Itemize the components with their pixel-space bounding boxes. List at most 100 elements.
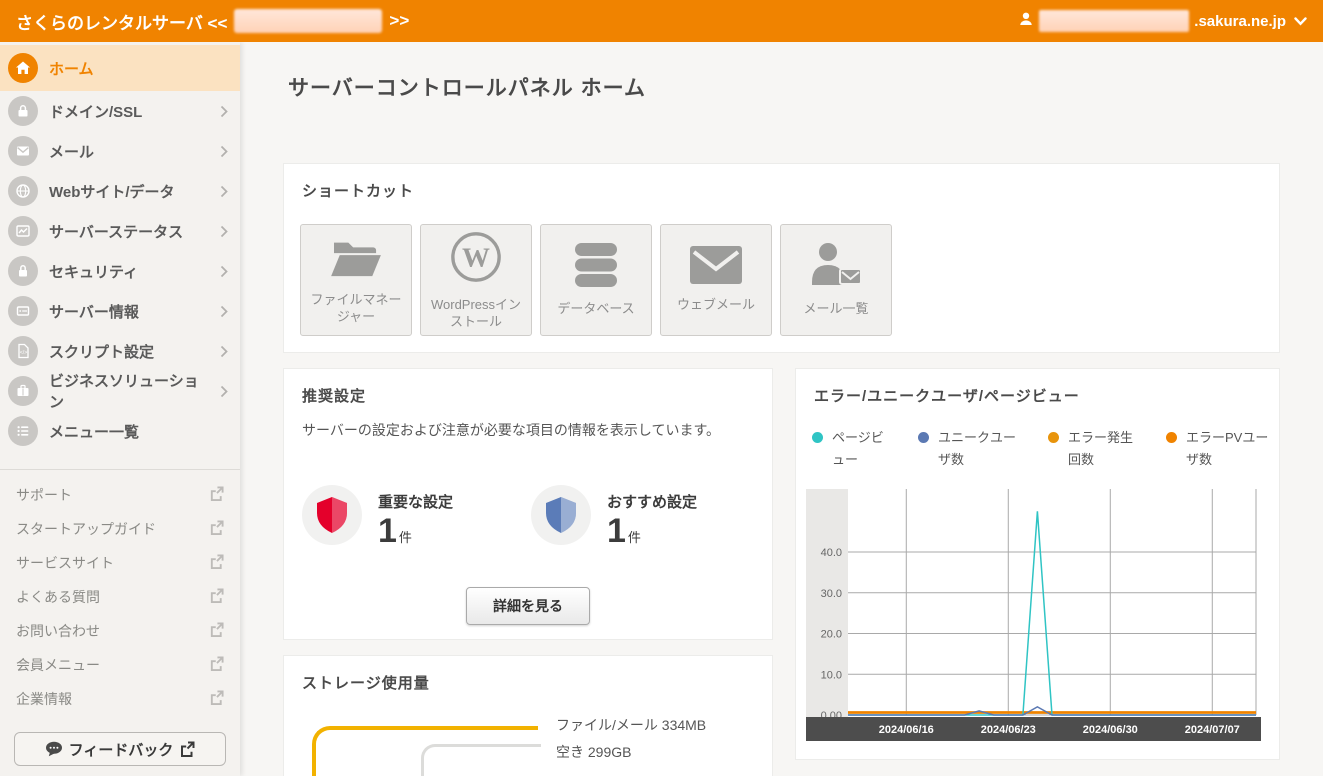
view-details-button[interactable]: 詳細を見る <box>466 587 590 625</box>
sidebar-link-contact[interactable]: お問い合わせ <box>0 614 240 648</box>
sidebar: ホーム ドメイン/SSL メール Webサイト/デー <box>0 42 240 776</box>
status-chart-icon <box>8 216 38 246</box>
sidebar-item-label: スクリプト設定 <box>49 341 209 362</box>
sidebar-item-business-solution[interactable]: ビジネスソリューション <box>0 371 240 411</box>
storage-usage-card: ストレージ使用量 ファイル/メール 334MB 空き 299GB <box>283 655 773 776</box>
sidebar-item-label: ホーム <box>49 58 228 79</box>
sidebar-link-company-info[interactable]: 企業情報 <box>0 682 240 716</box>
sidebar-item-label: ドメイン/SSL <box>49 101 209 122</box>
suggested-unit: 件 <box>628 530 641 545</box>
shortcut-label: ウェブメール <box>673 297 759 313</box>
folder-icon <box>329 235 383 284</box>
home-icon <box>8 53 38 83</box>
chevron-right-icon <box>220 385 228 398</box>
line-chart: 0.0010.020.030.040.02024/06/162024/06/23… <box>806 489 1261 741</box>
sidebar-item-label: Webサイト/データ <box>49 181 209 202</box>
sidebar-link-startup-guide[interactable]: スタートアップガイド <box>0 512 240 546</box>
speech-bubble-icon <box>45 741 63 757</box>
sidebar-link-member-menu[interactable]: 会員メニュー <box>0 648 240 682</box>
suggested-count: 1 <box>607 512 626 550</box>
sidebar-link-label: サービスサイト <box>16 553 114 573</box>
brand-prefix: さくらのレンタルサーバ << <box>16 9 227 34</box>
chevron-right-icon <box>220 225 228 238</box>
database-icon <box>572 242 620 293</box>
sidebar-item-website-data[interactable]: Webサイト/データ <box>0 171 240 211</box>
sidebar-item-script-settings[interactable]: </> スクリプト設定 <box>0 331 240 371</box>
menu-list-icon <box>8 416 38 446</box>
legend-label: ユニークユーザ数 <box>938 427 1022 471</box>
external-link-icon <box>209 622 224 640</box>
shortcut-label: メール一覧 <box>799 301 872 317</box>
sidebar-item-menu-list[interactable]: メニュー一覧 <box>0 411 240 451</box>
external-link-icon <box>209 588 224 606</box>
sidebar-link-label: 会員メニュー <box>16 655 100 675</box>
sidebar-item-server-status[interactable]: サーバーステータス <box>0 211 240 251</box>
sidebar-item-label: メール <box>49 141 209 162</box>
sidebar-link-label: スタートアップガイド <box>16 519 156 539</box>
legend-dot <box>812 432 823 443</box>
legend-item-error-count: エラー発生回数 <box>1048 427 1140 471</box>
external-link-icon <box>209 486 224 504</box>
page-title: サーバーコントロールパネル ホーム <box>288 72 646 102</box>
sidebar-item-label: サーバーステータス <box>49 221 209 242</box>
account-menu[interactable]: .sakura.ne.jp <box>1018 10 1307 32</box>
main-content: サーバーコントロールパネル ホーム ショートカット ファイルマネージャー W W… <box>240 42 1323 776</box>
legend-dot <box>1166 432 1177 443</box>
sidebar-item-domain-ssl[interactable]: ドメイン/SSL <box>0 91 240 131</box>
svg-text:2024/06/30: 2024/06/30 <box>1083 724 1138 736</box>
sidebar-item-mail[interactable]: メール <box>0 131 240 171</box>
sidebar-link-faq[interactable]: よくある質問 <box>0 580 240 614</box>
external-link-icon <box>179 741 195 757</box>
suggested-label: おすすめ設定 <box>607 491 697 512</box>
important-count: 1 <box>378 512 397 550</box>
sidebar-item-security[interactable]: セキュリティ <box>0 251 240 291</box>
svg-text:2024/06/23: 2024/06/23 <box>981 724 1036 736</box>
wordpress-icon: W <box>449 230 503 289</box>
feedback-label: フィードバック <box>69 739 174 760</box>
important-unit: 件 <box>399 530 412 545</box>
svg-text:10.0: 10.0 <box>821 669 842 681</box>
domain-lock-icon <box>8 96 38 126</box>
brand-suffix: >> <box>389 11 409 31</box>
chart-title: エラー/ユニークユーザ/ページビュー <box>814 385 1080 406</box>
sidebar-item-server-info[interactable]: サーバー情報 <box>0 291 240 331</box>
feedback-button[interactable]: フィードバック <box>14 732 226 766</box>
sidebar-divider <box>0 469 240 470</box>
globe-icon <box>8 176 38 206</box>
user-icon <box>1018 11 1034 31</box>
suggested-shield-icon <box>531 485 591 545</box>
shortcut-database[interactable]: データベース <box>540 224 652 336</box>
svg-text:2024/06/16: 2024/06/16 <box>879 724 934 736</box>
sidebar-nav: ホーム ドメイン/SSL メール Webサイト/デー <box>0 42 240 451</box>
shortcut-webmail[interactable]: ウェブメール <box>660 224 772 336</box>
legend-item-pageviews: ページビュー <box>812 427 892 471</box>
svg-text:40.0: 40.0 <box>821 547 842 559</box>
shortcuts-card: ショートカット ファイルマネージャー W WordPressインストール <box>283 163 1280 353</box>
brand-title[interactable]: さくらのレンタルサーバ << >> <box>16 9 409 34</box>
sidebar-link-service-site[interactable]: サービスサイト <box>0 546 240 580</box>
top-bar: さくらのレンタルサーバ << >> .sakura.ne.jp <box>0 0 1323 42</box>
shortcut-wordpress-install[interactable]: W WordPressインストール <box>420 224 532 336</box>
sidebar-link-support[interactable]: サポート <box>0 478 240 512</box>
suggested-settings: おすすめ設定 1件 <box>531 485 697 551</box>
chevron-right-icon <box>220 345 228 358</box>
script-icon: </> <box>8 336 38 366</box>
sidebar-link-label: お問い合わせ <box>16 621 100 641</box>
chevron-right-icon <box>220 185 228 198</box>
legend-dot <box>1048 432 1059 443</box>
chevron-right-icon <box>220 265 228 278</box>
svg-text:W: W <box>462 243 490 274</box>
legend-item-error-pv-users: エラーPVユーザ数 <box>1166 427 1274 471</box>
shortcut-file-manager[interactable]: ファイルマネージャー <box>300 224 412 336</box>
sidebar-item-home[interactable]: ホーム <box>0 45 240 91</box>
legend-label: ページビュー <box>832 427 892 471</box>
recommended-description: サーバーの設定および注意が必要な項目の情報を表示しています。 <box>302 419 756 443</box>
control-panel-page: さくらのレンタルサーバ << >> .sakura.ne.jp ホーム <box>0 0 1323 776</box>
chevron-right-icon <box>220 145 228 158</box>
sidebar-link-label: 企業情報 <box>16 689 72 709</box>
chevron-right-icon <box>220 105 228 118</box>
svg-text:2024/07/07: 2024/07/07 <box>1185 724 1240 736</box>
shortcut-mail-list[interactable]: メール一覧 <box>780 224 892 336</box>
redacted-server-name <box>234 9 382 33</box>
redacted-account-name <box>1039 10 1189 32</box>
